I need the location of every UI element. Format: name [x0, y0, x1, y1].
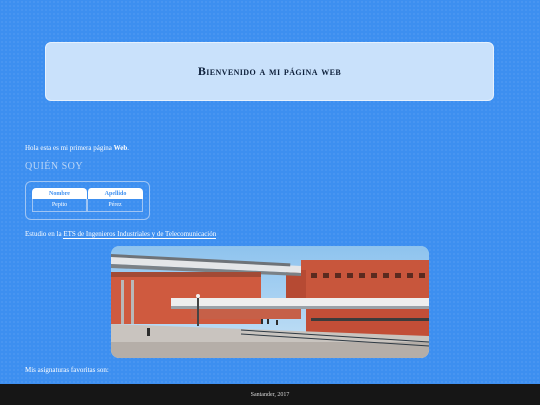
- intro-end: .: [127, 144, 130, 152]
- about-table: Nombre Apellido Pepito Pérez: [32, 188, 143, 212]
- table-row: Pepito Pérez: [32, 199, 143, 212]
- cell-apellido: Pérez: [87, 199, 143, 212]
- intro-paragraph: Hola esta es mi primera página Web.: [25, 144, 129, 152]
- ets-link[interactable]: ETS de Ingenieros Industriales y de Tele…: [63, 230, 217, 239]
- page-title: Bienvenido a mi página web: [197, 64, 342, 78]
- footer: Santander, 2017: [0, 384, 540, 405]
- footer-text: Santander, 2017: [250, 391, 290, 398]
- study-paragraph: Estudio en la ETS de Ingenieros Industri…: [25, 230, 217, 239]
- column-header-nombre: Nombre: [32, 188, 87, 199]
- cell-nombre: Pepito: [32, 199, 87, 212]
- about-table-container: Nombre Apellido Pepito Pérez: [25, 181, 150, 220]
- university-building-photo: [111, 246, 429, 358]
- intro-bold-word: Web: [113, 144, 128, 152]
- table-header-row: Nombre Apellido: [32, 188, 143, 199]
- study-text: Estudio en la: [25, 230, 64, 238]
- column-header-apellido: Apellido: [87, 188, 143, 199]
- about-title: QUIÉN SOY: [25, 161, 84, 172]
- intro-text: Hola esta es mi primera página: [25, 144, 114, 152]
- header-banner: Bienvenido a mi página web: [45, 42, 494, 101]
- favorites-text: Mis asignaturas favoritas son:: [25, 366, 109, 374]
